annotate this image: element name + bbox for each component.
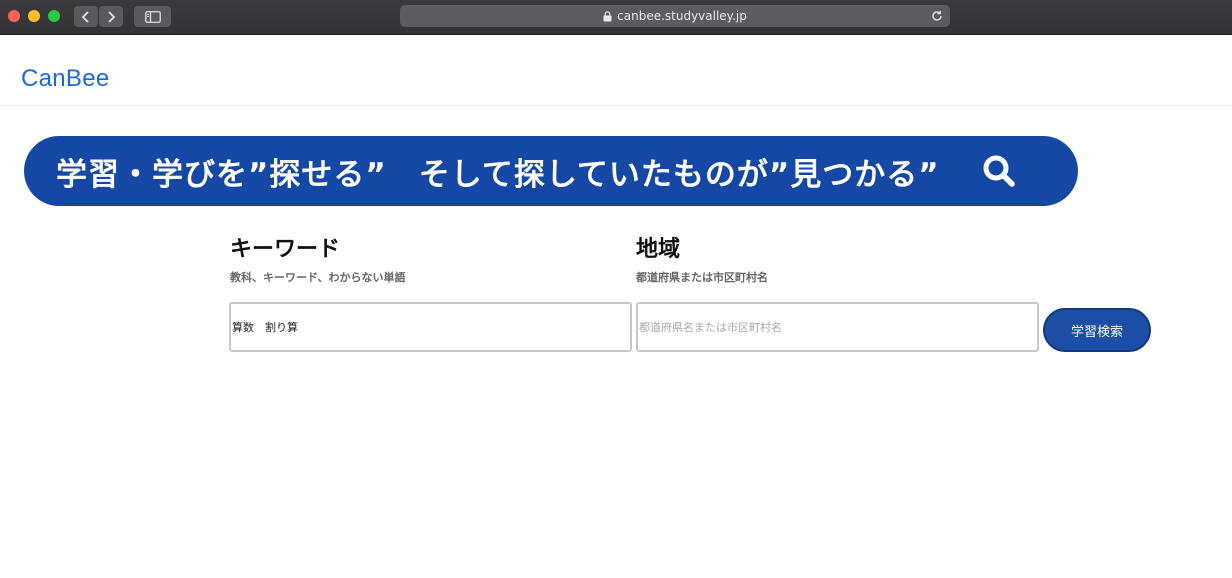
study-search-button[interactable]: 学習検索	[1043, 308, 1151, 352]
region-input[interactable]	[636, 302, 1039, 352]
minimize-window-button[interactable]	[28, 10, 40, 22]
keyword-sublabel: 教科、キーワード、わからない単語	[230, 271, 406, 284]
sidebar-icon	[144, 10, 161, 23]
region-sublabel: 都道府県または市区町村名	[636, 271, 768, 284]
close-window-button[interactable]	[8, 10, 20, 22]
back-button[interactable]	[74, 6, 98, 27]
hero-banner: 学習・学びを”探せる” そして探していたものが”見つかる”	[24, 136, 1078, 206]
site-header: CanBee	[0, 35, 1232, 106]
keyword-input[interactable]	[229, 302, 632, 352]
banner-tagline: 学習・学びを”探せる” そして探していたものが”見つかる”	[56, 156, 940, 193]
search-icon[interactable]	[980, 152, 1020, 192]
chevron-right-icon	[108, 10, 116, 23]
address-bar[interactable]: canbee.studyvalley.jp	[400, 5, 950, 27]
chevron-left-icon	[81, 10, 89, 23]
url-text: canbee.studyvalley.jp	[617, 9, 747, 23]
lock-icon	[603, 10, 612, 22]
forward-button[interactable]	[99, 6, 123, 27]
site-logo[interactable]: CanBee	[21, 65, 110, 93]
browser-toolbar: canbee.studyvalley.jp	[0, 0, 1232, 35]
reload-icon[interactable]	[930, 9, 944, 23]
sidebar-toggle-button[interactable]	[134, 6, 171, 27]
keyword-label: キーワード	[230, 237, 341, 262]
region-label: 地域	[636, 237, 681, 262]
fullscreen-window-button[interactable]	[48, 10, 60, 22]
